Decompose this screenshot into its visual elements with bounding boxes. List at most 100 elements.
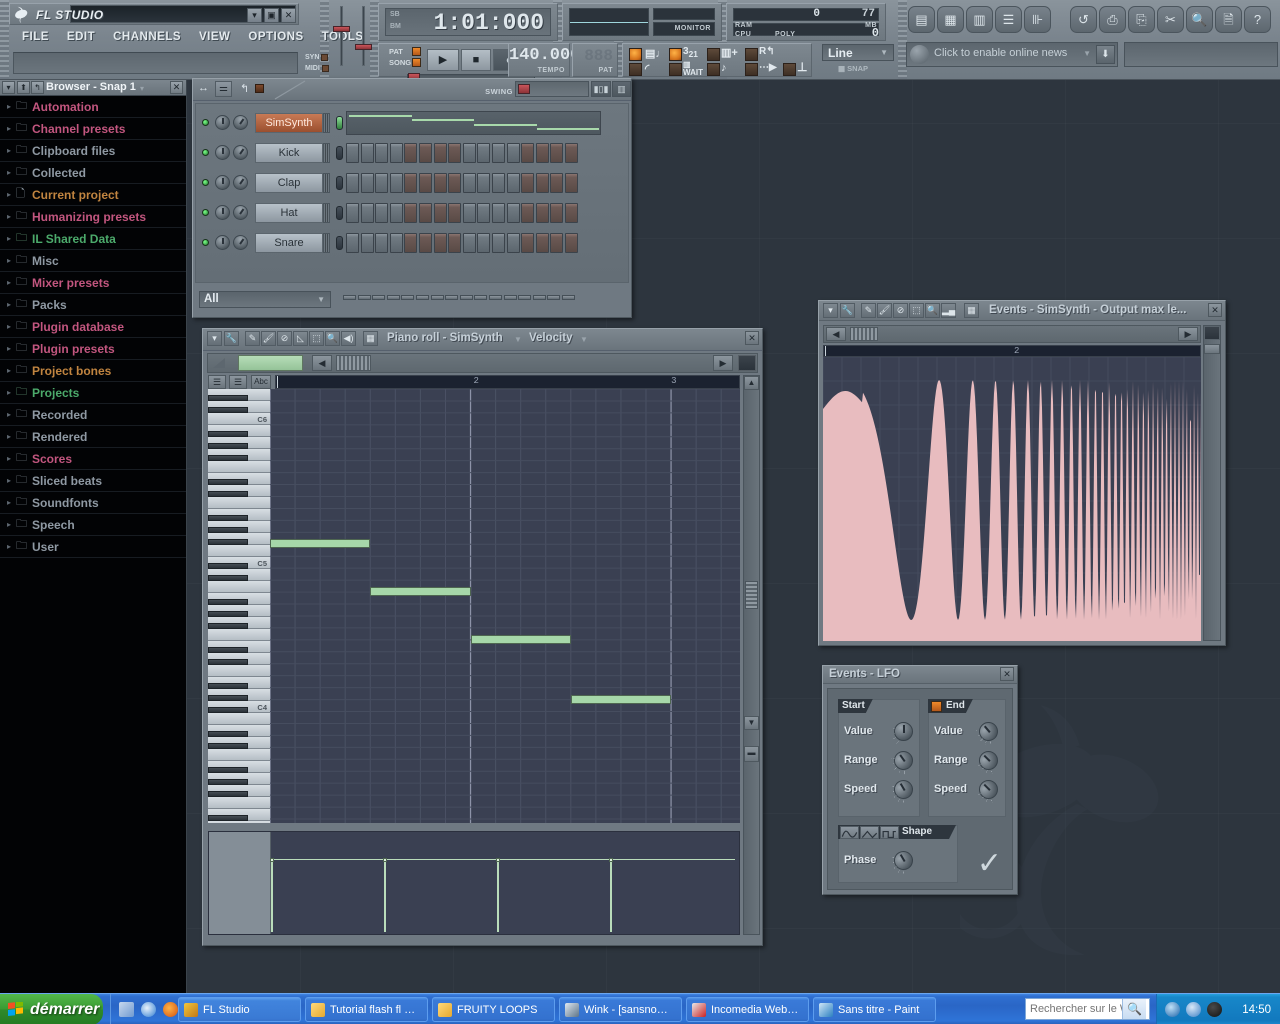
channel-mute-led[interactable]	[202, 239, 209, 246]
browser-item-projects[interactable]: ▸ 🗀 Projects	[0, 382, 186, 404]
step-sequencer-button[interactable]: ▦	[937, 6, 964, 33]
piano-black-key[interactable]	[208, 767, 248, 773]
lfo-start-speed-knob[interactable]	[886, 771, 924, 809]
browser-up-button[interactable]: ⬆	[17, 81, 30, 94]
piano-white-key[interactable]	[208, 461, 270, 473]
browser-item-packs[interactable]: ▸ 🗀 Packs	[0, 294, 186, 316]
mixer-button[interactable]: ⊪	[1024, 6, 1051, 33]
square-icon[interactable]	[880, 826, 899, 839]
piano-black-key[interactable]	[208, 779, 248, 785]
piano-black-key[interactable]	[208, 539, 248, 545]
title-bar[interactable]: FL STUDIO ▾ ▣ ✕	[9, 3, 299, 25]
browser-item-current-project[interactable]: ▸ 🗋 Current project	[0, 184, 186, 206]
expand-arrow-icon[interactable]: ▸	[2, 278, 16, 287]
swing-knob[interactable]	[518, 84, 530, 94]
lfo-start-value-knob[interactable]	[891, 719, 918, 746]
step-button[interactable]	[375, 203, 389, 223]
piano-white-key[interactable]	[208, 665, 270, 677]
expand-arrow-icon[interactable]: ▸	[2, 322, 16, 331]
step-button[interactable]	[389, 143, 403, 163]
lfo-end-enable-led[interactable]	[931, 701, 942, 712]
chevron-down-icon[interactable]: ▾	[140, 84, 144, 93]
menu-options[interactable]: OPTIONS	[239, 30, 312, 48]
step-button[interactable]	[448, 173, 462, 193]
wrench-icon[interactable]: 🔧	[840, 303, 855, 318]
lfo-end-speed-knob[interactable]	[970, 770, 1010, 809]
events-playhead[interactable]	[825, 346, 826, 356]
piano-black-key[interactable]	[208, 683, 248, 689]
browser-item-channel-presets[interactable]: ▸ 🗀 Channel presets	[0, 118, 186, 140]
expand-arrow-icon[interactable]: ▸	[2, 432, 16, 441]
step-button[interactable]	[346, 203, 359, 223]
taskbar-button[interactable]: FL Studio	[178, 997, 301, 1022]
piano-roll-scroll-row[interactable]: ◀ ▶	[207, 353, 758, 373]
master-volume-track[interactable]	[340, 6, 343, 66]
browser-menu-button[interactable]: ▾	[2, 81, 15, 94]
piano-black-key[interactable]	[208, 455, 248, 461]
zoom-triangle-icon[interactable]	[212, 357, 226, 369]
taskbar-clock[interactable]: 14:50	[1242, 1004, 1280, 1016]
zoom-icon[interactable]: 🔍	[925, 303, 940, 318]
step-button[interactable]	[477, 233, 491, 253]
piano-roll-note[interactable]	[370, 587, 471, 596]
lfo-titlebar[interactable]: Events - LFO ✕	[823, 666, 1017, 684]
window-menu-button[interactable]: ▾	[247, 8, 262, 23]
step-button[interactable]	[346, 173, 359, 193]
menu-icon[interactable]: ▾	[207, 331, 222, 346]
step-button[interactable]	[564, 173, 578, 193]
events-maximize-button[interactable]	[1204, 326, 1220, 340]
playlist-button[interactable]: ▤	[908, 6, 935, 33]
step-button[interactable]	[389, 233, 403, 253]
expand-arrow-icon[interactable]: ▸	[2, 146, 16, 155]
expand-arrow-icon[interactable]: ▸	[2, 234, 16, 243]
channel-volume-knob[interactable]	[230, 172, 251, 193]
piano-black-key[interactable]	[208, 491, 248, 497]
piano-roll-grid[interactable]	[270, 389, 740, 823]
cut-button[interactable]: ✂	[1157, 6, 1184, 33]
piano-roll-note[interactable]	[470, 635, 571, 644]
browser-item-sliced-beats[interactable]: ▸ 🗀 Sliced beats	[0, 470, 186, 492]
step-edit-toggle[interactable]	[707, 48, 720, 61]
master-pitch-knob[interactable]	[355, 44, 372, 50]
pattern-number-panel[interactable]: 888 PAT	[572, 43, 618, 77]
piano-white-key[interactable]	[208, 545, 270, 557]
velocity-bar[interactable]	[610, 860, 613, 932]
timeline-zoom-chip[interactable]	[238, 355, 303, 371]
browser-back-button[interactable]: ↰	[31, 81, 44, 94]
piano-black-key[interactable]	[208, 659, 248, 665]
piano-black-key[interactable]	[208, 695, 248, 701]
note-list-button[interactable]: ☰	[229, 375, 247, 389]
step-button[interactable]	[506, 173, 520, 193]
swing-slider[interactable]	[515, 81, 589, 97]
grid-icon[interactable]: ▦	[964, 303, 979, 318]
expand-arrow-icon[interactable]: ▸	[2, 102, 16, 111]
events-scroll-grip[interactable]	[850, 327, 878, 341]
expand-arrow-icon[interactable]: ▸	[2, 124, 16, 133]
stop-icon[interactable]	[255, 84, 264, 93]
velocity-bar[interactable]	[384, 860, 387, 932]
piano-white-key[interactable]	[208, 629, 270, 641]
paint-icon[interactable]: 🖌	[261, 331, 276, 346]
velocity-handle[interactable]	[496, 858, 501, 862]
step-button[interactable]	[360, 233, 374, 253]
expand-arrow-icon[interactable]: ▸	[2, 410, 16, 419]
zoom-icon[interactable]: 🔍	[325, 331, 340, 346]
piano-black-key[interactable]	[208, 611, 248, 617]
channel-piano-roll-preview[interactable]	[346, 111, 601, 135]
step-button[interactable]	[418, 173, 432, 193]
step-button[interactable]	[535, 173, 549, 193]
channel-pan-knob[interactable]	[215, 205, 230, 220]
piano-roll-button[interactable]: ▥	[966, 6, 993, 33]
step-button[interactable]	[404, 203, 418, 223]
browser-item-soundfonts[interactable]: ▸ 🗀 Soundfonts	[0, 492, 186, 514]
typing-keyboard-toggle[interactable]	[629, 48, 642, 61]
browser-button[interactable]: ☰	[995, 6, 1022, 33]
back-arrow-icon[interactable]	[1165, 1002, 1180, 1017]
piano-black-key[interactable]	[208, 527, 248, 533]
browser-item-clipboard-files[interactable]: ▸ 🗀 Clipboard files	[0, 140, 186, 162]
zoom-button[interactable]: 🔍	[1186, 6, 1213, 33]
step-button[interactable]	[404, 173, 418, 193]
channel-pan-knob[interactable]	[215, 145, 230, 160]
step-button[interactable]	[550, 143, 564, 163]
save-as-button[interactable]: ⎙	[1099, 6, 1126, 33]
